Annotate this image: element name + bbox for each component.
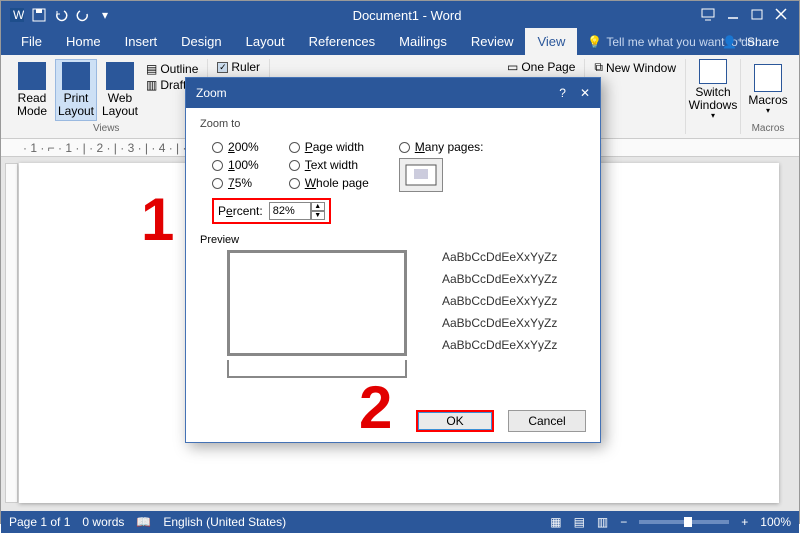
switch-windows-button[interactable]: Switch Windows▾ xyxy=(692,59,734,121)
dialog-title: Zoom xyxy=(196,86,227,100)
callout-2: 2 xyxy=(359,373,392,442)
ruler-checkbox[interactable]: ✓Ruler xyxy=(214,59,263,75)
preview-monitor xyxy=(212,250,422,390)
zoom-level[interactable]: 100% xyxy=(760,515,791,529)
tab-mailings[interactable]: Mailings xyxy=(387,28,459,55)
one-page-icon: ▭ xyxy=(507,60,518,74)
tab-references[interactable]: References xyxy=(297,28,387,55)
zoom-out-icon[interactable]: − xyxy=(620,515,627,529)
view-readmode-icon[interactable]: ▦ xyxy=(550,515,561,529)
vertical-ruler[interactable] xyxy=(5,163,18,503)
spin-up-icon[interactable]: ▲ xyxy=(311,202,325,211)
svg-text:W: W xyxy=(13,8,24,22)
tab-review[interactable]: Review xyxy=(459,28,526,55)
check-icon: ✓ xyxy=(217,62,228,73)
status-page[interactable]: Page 1 of 1 xyxy=(9,515,70,529)
preview-text: AaBbCcDdEeXxYyZz AaBbCcDdEeXxYyZz AaBbCc… xyxy=(442,250,557,390)
tab-view[interactable]: View xyxy=(525,28,577,55)
undo-icon[interactable] xyxy=(53,7,69,23)
share-button[interactable]: 👤⁺ Share xyxy=(712,28,789,55)
dialog-close-icon[interactable]: ✕ xyxy=(580,86,590,100)
radio-page-width[interactable]: Page width xyxy=(289,140,369,154)
status-language[interactable]: English (United States) xyxy=(163,515,286,529)
share-icon: 👤⁺ xyxy=(722,35,743,49)
tab-insert[interactable]: Insert xyxy=(113,28,170,55)
switch-windows-icon xyxy=(699,59,727,84)
radio-75[interactable]: 75% xyxy=(212,176,259,190)
redo-icon[interactable] xyxy=(75,7,91,23)
print-layout-button[interactable]: Print Layout xyxy=(55,59,97,121)
tab-design[interactable]: Design xyxy=(169,28,233,55)
one-page-button[interactable]: ▭One Page xyxy=(504,59,578,75)
close-icon[interactable] xyxy=(775,8,787,22)
group-macros-label: Macros xyxy=(747,123,789,134)
callout-1: 1 xyxy=(141,185,174,254)
preview-label: Preview xyxy=(200,234,586,246)
zoom-slider[interactable] xyxy=(639,520,729,524)
lightbulb-icon: 💡 xyxy=(587,35,602,49)
radio-whole-page[interactable]: Whole page xyxy=(289,176,369,190)
outline-button[interactable]: ▤Outline xyxy=(143,61,201,77)
percent-label: Percent: xyxy=(218,204,263,218)
zoom-to-label: Zoom to xyxy=(200,118,586,130)
word-icon: W xyxy=(9,7,25,23)
tab-layout[interactable]: Layout xyxy=(234,28,297,55)
zoom-dialog: Zoom ? ✕ Zoom to 200% 100% 75% Page widt… xyxy=(185,77,601,443)
status-words[interactable]: 0 words xyxy=(82,515,124,529)
group-views-label: Views xyxy=(11,123,201,134)
many-pages-picker[interactable] xyxy=(399,158,443,192)
qat-dropdown-icon[interactable]: ▾ xyxy=(97,7,113,23)
web-layout-icon xyxy=(106,62,134,90)
radio-many-pages[interactable]: Many pages: xyxy=(399,140,484,154)
view-print-icon[interactable]: ▤ xyxy=(574,515,585,529)
titlebar: W ▾ Document1 - Word xyxy=(1,1,799,29)
read-mode-icon xyxy=(18,62,46,90)
web-layout-button[interactable]: Web Layout xyxy=(99,59,141,121)
macros-button[interactable]: Macros▾ xyxy=(747,59,789,121)
read-mode-button[interactable]: Read Mode xyxy=(11,59,53,121)
tab-home[interactable]: Home xyxy=(54,28,113,55)
draft-icon: ▥ xyxy=(146,78,157,92)
proofing-icon[interactable]: 📖 xyxy=(136,515,151,529)
view-web-icon[interactable]: ▥ xyxy=(597,515,608,529)
save-icon[interactable] xyxy=(31,7,47,23)
ribbon-tabs: File Home Insert Design Layout Reference… xyxy=(1,29,799,55)
new-window-button[interactable]: ⧉New Window xyxy=(591,59,679,76)
tab-file[interactable]: File xyxy=(9,28,54,55)
window-title: Document1 - Word xyxy=(113,8,701,23)
ok-button[interactable]: OK xyxy=(416,410,494,432)
ribbon-options-icon[interactable] xyxy=(701,8,715,22)
new-window-icon: ⧉ xyxy=(594,60,603,75)
status-bar: Page 1 of 1 0 words 📖 English (United St… xyxy=(1,511,799,533)
outline-icon: ▤ xyxy=(146,62,157,76)
help-icon[interactable]: ? xyxy=(559,86,566,100)
radio-text-width[interactable]: Text width xyxy=(289,158,369,172)
percent-row: Percent: ▲ ▼ xyxy=(212,198,331,224)
percent-input[interactable] xyxy=(269,202,311,220)
macros-icon xyxy=(754,64,782,92)
minimize-icon[interactable] xyxy=(727,8,739,22)
radio-200[interactable]: 200% xyxy=(212,140,259,154)
spin-down-icon[interactable]: ▼ xyxy=(311,211,325,220)
print-layout-icon xyxy=(62,62,90,90)
cancel-button[interactable]: Cancel xyxy=(508,410,586,432)
radio-100[interactable]: 100% xyxy=(212,158,259,172)
maximize-icon[interactable] xyxy=(751,8,763,22)
zoom-in-icon[interactable]: + xyxy=(741,515,748,529)
